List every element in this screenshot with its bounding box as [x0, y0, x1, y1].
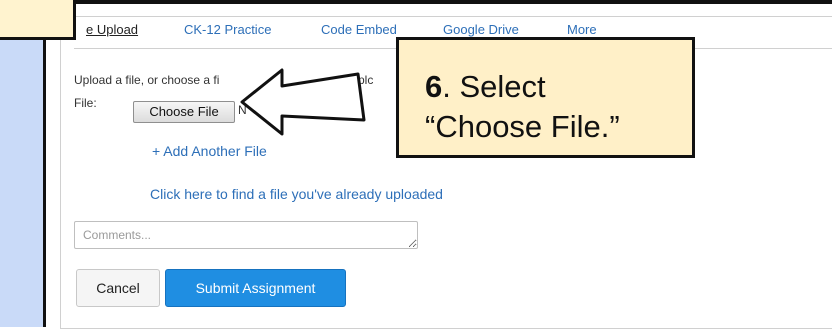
find-uploaded-file-link[interactable]: Click here to find a file you've already…	[150, 186, 443, 202]
top-border	[0, 0, 832, 4]
pointer-arrow-icon	[240, 68, 366, 136]
upload-instruction: Upload a file, or choose a fi	[74, 73, 220, 87]
callout-step-number: 6	[425, 69, 443, 104]
step-callout: 6. Select “Choose File.”	[396, 37, 695, 158]
add-another-file-link[interactable]: + Add Another File	[152, 143, 267, 159]
left-band	[0, 0, 44, 327]
submit-assignment-button[interactable]: Submit Assignment	[165, 269, 346, 307]
cancel-button[interactable]: Cancel	[76, 269, 160, 307]
callout-line-1: . Select	[442, 69, 546, 104]
choose-file-button[interactable]: Choose File	[133, 101, 235, 123]
tab-ck12-practice[interactable]: CK-12 Practice	[184, 22, 271, 37]
previous-callout-box	[0, 0, 76, 40]
tab-more[interactable]: More	[567, 22, 597, 37]
comments-field[interactable]	[74, 221, 418, 249]
tab-code-embed[interactable]: Code Embed	[321, 22, 397, 37]
tab-google-drive[interactable]: Google Drive	[443, 22, 519, 37]
left-band-border	[43, 0, 46, 327]
callout-text: 6. Select “Choose File.”	[425, 67, 620, 147]
callout-line-2: “Choose File.”	[425, 109, 620, 144]
tab-file-upload[interactable]: e Upload	[86, 22, 138, 37]
file-label: File:	[74, 96, 97, 110]
